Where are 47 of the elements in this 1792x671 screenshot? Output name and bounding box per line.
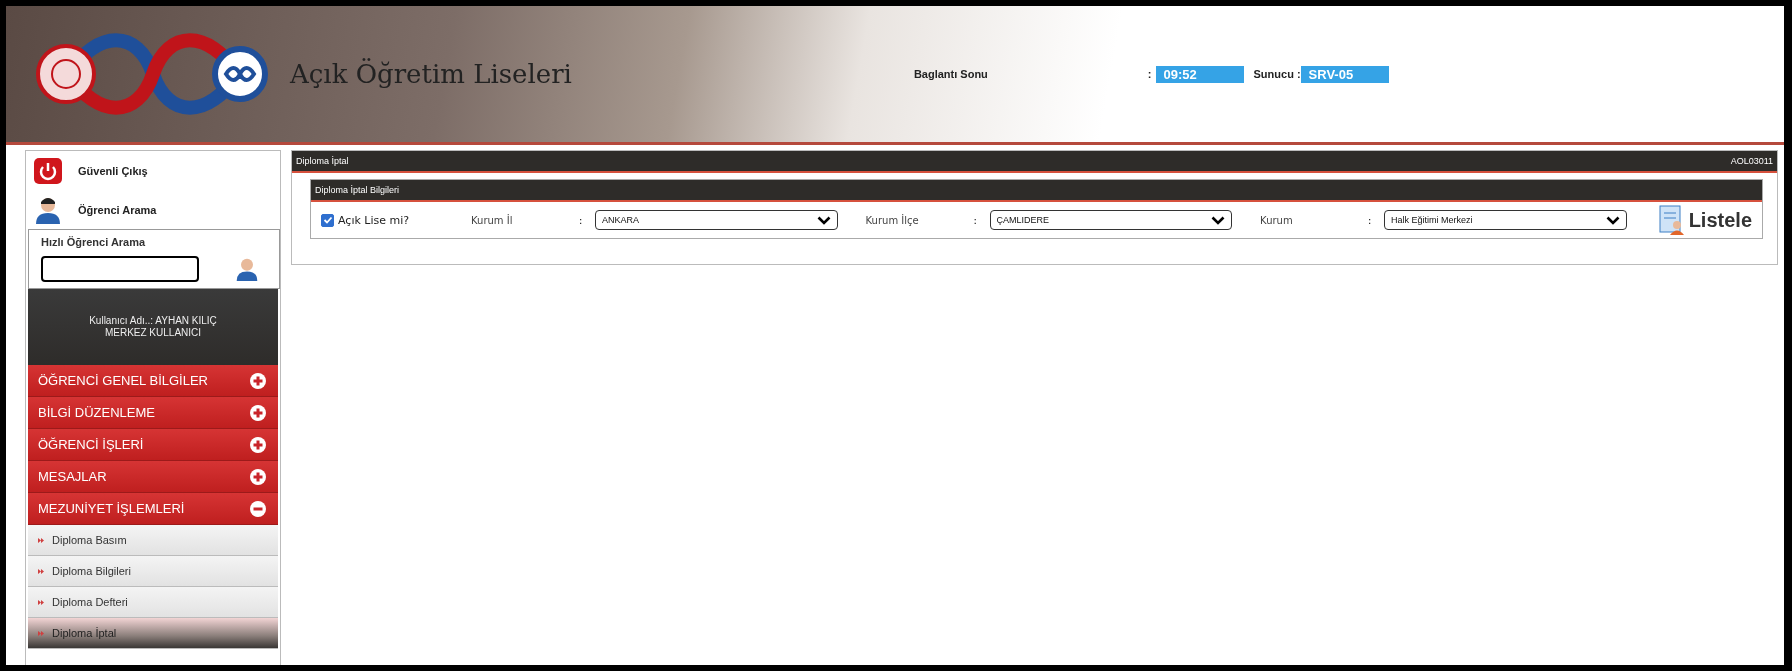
connection-time: 09:52 [1155, 65, 1244, 83]
separator-colon: : [1368, 214, 1373, 226]
separator-colon: : [1147, 68, 1152, 80]
separator-colon: : [973, 214, 978, 226]
menu-item[interactable]: BİLGİ DÜZENLEME [28, 397, 278, 429]
server-value: SRV-05 [1300, 65, 1389, 83]
submenu-item[interactable]: Diploma Bilgileri [28, 556, 278, 587]
chevron-down-icon [1605, 215, 1620, 225]
chevron-down-icon [1211, 215, 1226, 225]
student-icon[interactable] [235, 257, 259, 281]
bullet-icon [38, 537, 44, 543]
chevron-down-icon [816, 215, 831, 225]
server-label: Sunucu : [1253, 68, 1301, 80]
quick-search-title: Hızlı Öğrenci Arama [41, 236, 147, 248]
power-icon [34, 157, 62, 184]
field-label: Kurum İl [471, 214, 514, 226]
checkbox[interactable] [321, 213, 334, 227]
dropdown[interactable]: Halk Eğitimi Merkezi [1384, 210, 1627, 230]
page-title: Diploma İptal [296, 156, 349, 166]
dropdown[interactable]: ANKARA [595, 210, 838, 230]
connection-label: Baglantı Sonu [913, 68, 988, 80]
field-label: Kurum İlçe [865, 214, 920, 226]
user-role: MERKEZ KULLANICI [104, 327, 202, 339]
page-code: AOL03011 [1730, 156, 1773, 166]
menu-item[interactable]: ÖĞRENCİ GENEL BİLGİLER [28, 365, 278, 397]
user-name: Kullanıcı Adı..: AYHAN KILIÇ [89, 315, 217, 327]
bullet-icon [38, 568, 44, 574]
list-document-icon [1658, 205, 1685, 235]
field-label: Kurum [1260, 214, 1294, 226]
list-button[interactable]: Listele [1654, 205, 1756, 235]
submenu-item[interactable]: Diploma Defteri [28, 587, 278, 618]
bullet-icon [38, 599, 44, 605]
submenu-item[interactable]: Diploma İptal [28, 618, 278, 649]
site-title: Açık Öğretim Liseleri [290, 59, 572, 89]
dropdown[interactable]: ÇAMLIDERE [989, 210, 1233, 230]
separator-colon: : [579, 214, 584, 226]
sidebar-action-link[interactable]: Güvenli Çıkış [26, 151, 280, 190]
checkbox-label: Açık Lise mi? [338, 213, 410, 227]
quick-search-field[interactable] [41, 256, 199, 282]
menu-item[interactable]: ÖĞRENCİ İŞLERİ [28, 429, 278, 461]
menu-item[interactable]: MESAJLAR [28, 461, 278, 493]
sidebar-action-link[interactable]: Öğrenci Arama [26, 190, 280, 229]
menu-item[interactable]: MEZUNİYET İŞLEMLERİ [28, 493, 278, 525]
section-title: Diploma İptal Bilgileri [315, 185, 400, 195]
bullet-icon [38, 630, 44, 636]
submenu-item[interactable]: Diploma Basım [28, 525, 278, 556]
student-icon [34, 195, 62, 224]
